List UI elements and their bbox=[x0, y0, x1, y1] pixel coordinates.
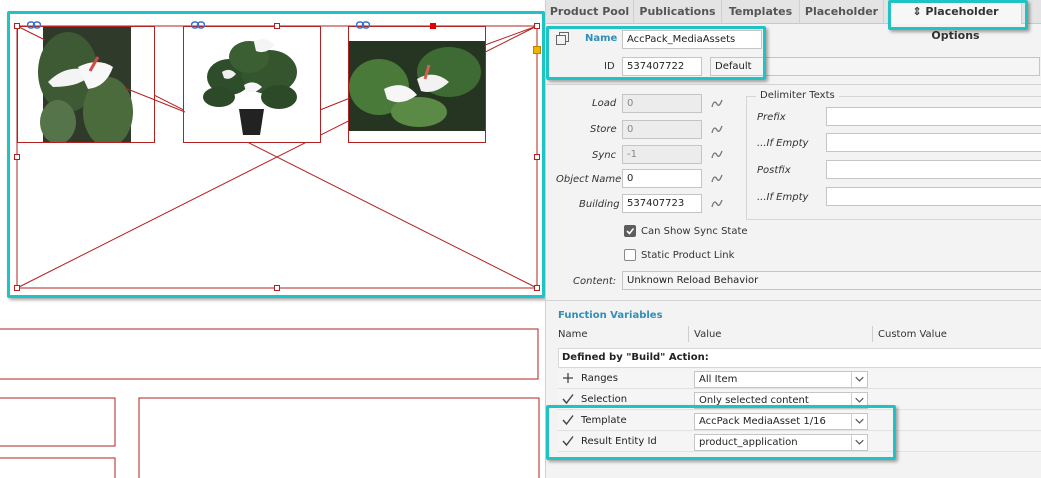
table-row[interactable]: Selection Only selected content bbox=[558, 390, 1041, 410]
resize-handle[interactable] bbox=[14, 285, 20, 291]
chevron-down-icon[interactable] bbox=[851, 435, 867, 450]
chevron-down-icon[interactable] bbox=[851, 414, 867, 429]
content-label: Content: bbox=[573, 276, 617, 287]
select-value: All Item bbox=[699, 374, 738, 385]
postfix-if-empty-field[interactable] bbox=[826, 187, 1041, 206]
plus-icon[interactable] bbox=[562, 372, 574, 384]
postfix-if-empty-label: ...If Empty bbox=[757, 192, 809, 203]
function-variables-title: Function Variables bbox=[558, 310, 663, 321]
prefix-if-empty-field[interactable] bbox=[826, 133, 1041, 152]
store-label: Store bbox=[590, 124, 617, 135]
col-separator[interactable] bbox=[872, 326, 873, 342]
can-show-sync-label: Can Show Sync State bbox=[641, 226, 748, 237]
template-select[interactable]: AccPack MediaAsset 1/16 bbox=[694, 413, 868, 430]
object-name-label: Object Name bbox=[556, 174, 622, 185]
tab-bar: Product Pool Publications Templates Plac… bbox=[546, 0, 1041, 42]
checkmark-icon bbox=[562, 394, 574, 405]
group-label: Defined by "Build" Action: bbox=[562, 352, 709, 363]
row-name: Result Entity Id bbox=[581, 436, 657, 447]
result-entity-id-select[interactable]: product_application bbox=[694, 434, 868, 451]
table-row[interactable]: Template AccPack MediaAsset 1/16 bbox=[558, 411, 1041, 431]
building-field[interactable]: 537407723 bbox=[622, 194, 702, 213]
row-name: Ranges bbox=[581, 373, 618, 384]
chain-link-icon[interactable] bbox=[356, 21, 370, 29]
resize-handle[interactable] bbox=[534, 285, 540, 291]
table-row[interactable]: Result Entity Id product_application bbox=[558, 432, 1041, 452]
tab-placeholder[interactable]: Placeholder bbox=[800, 0, 884, 24]
checkmark-icon bbox=[562, 415, 574, 426]
postfix-field[interactable] bbox=[826, 160, 1041, 179]
chain-link-icon[interactable] bbox=[27, 21, 41, 29]
col-value-header[interactable]: Value bbox=[694, 329, 721, 340]
tab-templates[interactable]: Templates bbox=[722, 0, 800, 24]
load-label: Load bbox=[592, 98, 617, 109]
prefix-if-empty-label: ...If Empty bbox=[757, 138, 809, 149]
tab-publications[interactable]: Publications bbox=[634, 0, 722, 24]
resize-handle[interactable] bbox=[534, 154, 540, 160]
id-label: ID bbox=[604, 61, 615, 72]
chevron-down-icon[interactable] bbox=[851, 372, 867, 387]
yellow-handle[interactable] bbox=[533, 46, 541, 54]
sync-field[interactable]: -1 bbox=[622, 145, 702, 164]
script-pen-icon[interactable] bbox=[710, 147, 724, 161]
col-separator[interactable] bbox=[688, 326, 689, 342]
selection-select[interactable]: Only selected content bbox=[694, 392, 868, 409]
script-pen-icon[interactable] bbox=[710, 171, 724, 185]
anchor-handle[interactable] bbox=[430, 23, 436, 29]
select-value: product_application bbox=[699, 437, 798, 448]
script-pen-icon[interactable] bbox=[710, 196, 724, 210]
postfix-label: Postfix bbox=[757, 165, 791, 176]
chevron-down-icon[interactable] bbox=[851, 393, 867, 408]
store-field[interactable]: 0 bbox=[622, 120, 702, 139]
divider bbox=[546, 84, 1041, 85]
delimiter-title: Delimiter Texts bbox=[756, 90, 839, 101]
script-pen-icon[interactable] bbox=[710, 122, 724, 136]
script-pen-icon[interactable] bbox=[710, 96, 724, 110]
check-icon bbox=[626, 228, 635, 235]
select-value: AccPack MediaAsset 1/16 bbox=[699, 416, 826, 427]
content-field[interactable]: Unknown Reload Behavior bbox=[622, 271, 1041, 290]
row-name: Selection bbox=[581, 394, 628, 405]
resize-handle[interactable] bbox=[274, 285, 280, 291]
col-custom-header[interactable]: Custom Value bbox=[878, 329, 947, 340]
prefix-label: Prefix bbox=[757, 112, 786, 123]
table-row[interactable]: Ranges All Item bbox=[558, 369, 1041, 389]
id-default-field[interactable]: Default bbox=[710, 57, 1040, 76]
load-field[interactable]: 0 bbox=[622, 94, 702, 113]
chain-link-icon[interactable] bbox=[191, 21, 205, 29]
properties-panel: Product Pool Publications Templates Plac… bbox=[545, 0, 1041, 478]
ranges-select[interactable]: All Item bbox=[694, 371, 868, 388]
can-show-sync-checkbox[interactable] bbox=[624, 225, 636, 237]
divider bbox=[546, 300, 1041, 301]
prefix-field[interactable] bbox=[826, 107, 1041, 126]
static-product-link-label: Static Product Link bbox=[641, 250, 735, 261]
layout-canvas[interactable] bbox=[0, 0, 545, 478]
resize-handle[interactable] bbox=[14, 154, 20, 160]
frame-guides-svg bbox=[16, 25, 538, 113]
copy-icon[interactable] bbox=[556, 32, 570, 46]
object-name-field[interactable]: 0 bbox=[622, 169, 702, 188]
name-label: Name bbox=[585, 33, 618, 44]
id-field[interactable]: 537407722 bbox=[622, 57, 702, 76]
row-name: Template bbox=[581, 415, 627, 426]
name-field[interactable]: AccPack_MediaAssets bbox=[622, 30, 762, 49]
tab-placeholder-options[interactable]: ⇕ Placeholder Options bbox=[890, 0, 1022, 42]
building-label: Building bbox=[579, 199, 620, 210]
resize-handle[interactable] bbox=[14, 23, 20, 29]
col-name-header[interactable]: Name bbox=[558, 329, 588, 340]
select-value: Only selected content bbox=[699, 395, 809, 406]
checkmark-icon bbox=[562, 436, 574, 447]
tab-product-pool[interactable]: Product Pool bbox=[546, 0, 634, 24]
resize-handle[interactable] bbox=[274, 23, 280, 29]
sync-label: Sync bbox=[592, 150, 617, 161]
static-product-link-checkbox[interactable] bbox=[624, 249, 636, 261]
group-header-row: Defined by "Build" Action: bbox=[558, 348, 1041, 368]
resize-handle[interactable] bbox=[534, 23, 540, 29]
